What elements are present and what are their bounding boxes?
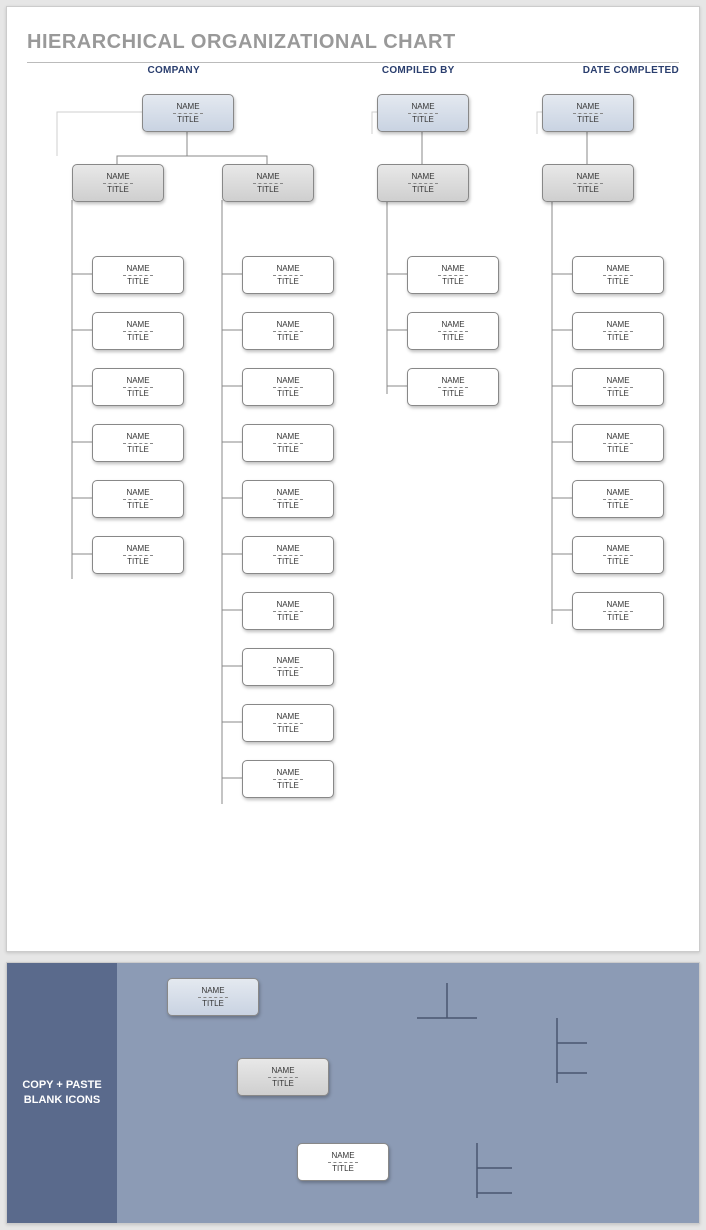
org-node[interactable]: NAMETITLE [572, 256, 664, 294]
org-node[interactable]: NAMETITLE [242, 312, 334, 350]
org-node[interactable]: NAMETITLE [407, 256, 499, 294]
header-company: COMPANY [27, 65, 320, 76]
org-node[interactable]: NAMETITLE [92, 312, 184, 350]
org-node[interactable]: NAMETITLE [377, 164, 469, 202]
org-node[interactable]: NAMETITLE [92, 368, 184, 406]
node-name: NAME [143, 102, 233, 112]
org-node[interactable]: NAME TITLE [142, 94, 234, 132]
org-node[interactable]: NAMETITLE [407, 368, 499, 406]
blank-icons-canvas: NAMETITLE NAMETITLE NAMETITLE [117, 963, 699, 1223]
org-node[interactable]: NAMETITLE [407, 312, 499, 350]
org-node[interactable]: NAMETITLE [92, 480, 184, 518]
org-node[interactable]: NAMETITLE [222, 164, 314, 202]
org-node[interactable]: NAMETITLE [572, 424, 664, 462]
node-separator [173, 113, 203, 114]
org-node[interactable]: NAMETITLE [92, 424, 184, 462]
node-title: TITLE [143, 115, 233, 124]
org-node[interactable]: NAMETITLE [572, 592, 664, 630]
header-date: DATE COMPLETED [516, 65, 685, 76]
org-chart-sheet: HIERARCHICAL ORGANIZATIONAL CHART COMPAN… [6, 6, 700, 952]
org-node[interactable]: NAMETITLE [242, 648, 334, 686]
org-node[interactable]: NAMETITLE [242, 424, 334, 462]
org-node[interactable]: NAMETITLE [242, 480, 334, 518]
blank-node-grey[interactable]: NAMETITLE [237, 1058, 329, 1096]
blank-node-white[interactable]: NAMETITLE [297, 1143, 389, 1181]
org-node[interactable]: NAMETITLE [92, 256, 184, 294]
header-compiled-by: COMPILED BY [320, 65, 516, 76]
blank-icons-sheet: COPY + PASTE BLANK ICONS NAMETITLE NAMET… [6, 962, 700, 1224]
org-node[interactable]: NAMETITLE [92, 536, 184, 574]
org-node[interactable]: NAMETITLE [242, 704, 334, 742]
org-node[interactable]: NAMETITLE [242, 368, 334, 406]
copy-paste-label: COPY + PASTE BLANK ICONS [7, 963, 117, 1223]
org-node[interactable]: NAMETITLE [242, 592, 334, 630]
chart-canvas: NAME TITLE NAMETITLE NAMETITLE NAMETITLE… [27, 94, 679, 884]
page-title: HIERARCHICAL ORGANIZATIONAL CHART [27, 31, 679, 54]
org-node[interactable]: NAMETITLE [377, 94, 469, 132]
org-node[interactable]: NAMETITLE [542, 164, 634, 202]
org-node[interactable]: NAMETITLE [242, 256, 334, 294]
header-row: COMPANY COMPILED BY DATE COMPLETED [27, 62, 679, 76]
org-node[interactable]: NAMETITLE [572, 368, 664, 406]
org-node[interactable]: NAMETITLE [572, 312, 664, 350]
org-node[interactable]: NAMETITLE [572, 536, 664, 574]
blank-node-blue[interactable]: NAMETITLE [167, 978, 259, 1016]
org-node[interactable]: NAMETITLE [72, 164, 164, 202]
org-node[interactable]: NAMETITLE [572, 480, 664, 518]
org-node[interactable]: NAMETITLE [242, 760, 334, 798]
org-node[interactable]: NAMETITLE [542, 94, 634, 132]
org-node[interactable]: NAMETITLE [242, 536, 334, 574]
